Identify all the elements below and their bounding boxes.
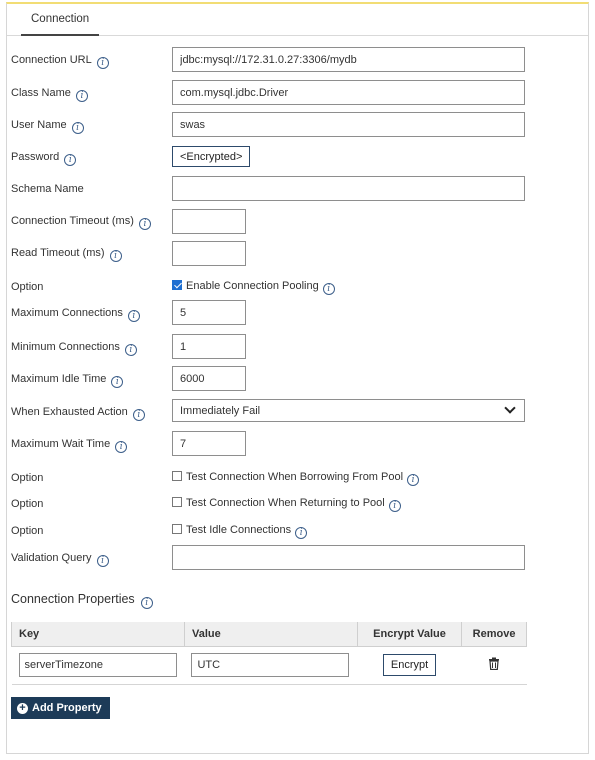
connection-url-label: Connection URL i xyxy=(11,54,109,69)
max-wait-time-input[interactable] xyxy=(172,431,246,456)
test-idle-row: Option Test Idle Connections i xyxy=(11,518,571,544)
value-cell xyxy=(184,646,358,685)
max-wait-time-row: Maximum Wait Time i xyxy=(11,431,571,457)
enable-pooling-checkbox[interactable]: Enable Connection Pooling i xyxy=(172,280,335,295)
info-icon[interactable]: i xyxy=(111,376,124,388)
test-borrow-checkbox[interactable]: Test Connection When Borrowing From Pool… xyxy=(172,471,420,486)
trash-icon[interactable] xyxy=(488,657,500,673)
encrypt-cell: Encrypt xyxy=(357,646,462,685)
option-label: Option xyxy=(11,525,44,537)
min-connections-label: Minimum Connections i xyxy=(11,341,137,356)
checkbox-checked[interactable] xyxy=(172,280,182,290)
schema-name-input[interactable] xyxy=(172,176,525,201)
connection-timeout-row: Connection Timeout (ms) i xyxy=(11,209,571,235)
pooling-option-row: Option Enable Connection Pooling i xyxy=(11,274,571,300)
connection-timeout-input[interactable] xyxy=(172,209,246,234)
validation-query-input[interactable] xyxy=(172,545,525,570)
max-connections-label: Maximum Connections i xyxy=(11,307,140,322)
property-value-input[interactable] xyxy=(191,653,350,677)
class-name-label: Class Name i xyxy=(11,87,88,102)
tab-connection[interactable]: Connection xyxy=(21,4,100,36)
connection-url-row: Connection URL i xyxy=(11,47,571,73)
checkbox-unchecked[interactable] xyxy=(172,524,182,534)
user-name-label: User Name i xyxy=(11,119,84,134)
option-label: Option xyxy=(11,472,44,484)
checkbox-unchecked[interactable] xyxy=(172,471,182,481)
info-icon[interactable]: i xyxy=(96,57,109,69)
chevron-down-icon xyxy=(504,402,516,414)
connection-properties-title: Connection Properties i xyxy=(11,592,153,609)
info-icon[interactable]: i xyxy=(75,90,88,102)
test-borrow-row: Option Test Connection When Borrowing Fr… xyxy=(11,465,571,491)
table-header-row: Key Value Encrypt Value Remove xyxy=(11,622,527,647)
connection-properties-table: Key Value Encrypt Value Remove Encrypt xyxy=(11,622,527,685)
encrypt-button[interactable]: Encrypt xyxy=(382,654,437,676)
schema-name-row: Schema Name xyxy=(11,176,571,202)
info-icon[interactable]: i xyxy=(127,310,140,322)
max-connections-row: Maximum Connections i xyxy=(11,300,571,326)
info-icon[interactable]: i xyxy=(138,218,151,230)
max-idle-time-label: Maximum Idle Time i xyxy=(11,373,124,388)
validation-query-label: Validation Query i xyxy=(11,552,109,567)
max-idle-time-row: Maximum Idle Time i xyxy=(11,366,571,392)
info-icon[interactable]: i xyxy=(388,500,401,512)
min-connections-row: Minimum Connections i xyxy=(11,334,571,360)
info-icon[interactable]: i xyxy=(295,527,308,539)
min-connections-input[interactable] xyxy=(172,334,246,359)
table-row: Encrypt xyxy=(11,646,527,685)
read-timeout-input[interactable] xyxy=(172,241,246,266)
exhausted-action-value: Immediately Fail xyxy=(180,405,261,417)
info-icon[interactable]: i xyxy=(132,409,145,421)
read-timeout-row: Read Timeout (ms) i xyxy=(11,241,571,267)
test-idle-checkbox[interactable]: Test Idle Connections i xyxy=(172,524,308,539)
connection-url-input[interactable] xyxy=(172,47,525,72)
password-row: Password i <Encrypted> xyxy=(11,144,571,170)
exhausted-action-select[interactable]: Immediately Fail xyxy=(172,399,525,422)
max-idle-time-input[interactable] xyxy=(172,366,246,391)
test-return-checkbox[interactable]: Test Connection When Returning to Pool i xyxy=(172,497,401,512)
user-name-input[interactable] xyxy=(172,112,525,137)
column-remove: Remove xyxy=(461,622,527,647)
column-value: Value xyxy=(183,622,358,647)
validation-query-row: Validation Query i xyxy=(11,545,571,571)
encrypted-password-button[interactable]: <Encrypted> xyxy=(172,146,251,167)
user-name-row: User Name i xyxy=(11,112,571,138)
info-icon[interactable]: i xyxy=(71,122,84,134)
option-label: Option xyxy=(11,498,44,510)
info-icon[interactable]: i xyxy=(140,597,153,609)
add-property-button[interactable]: + Add Property xyxy=(11,697,110,719)
info-icon[interactable]: i xyxy=(64,154,77,166)
connection-timeout-label: Connection Timeout (ms) i xyxy=(11,215,151,230)
checkbox-unchecked[interactable] xyxy=(172,497,182,507)
info-icon[interactable]: i xyxy=(109,250,122,262)
column-key: Key xyxy=(11,622,185,647)
info-icon[interactable]: i xyxy=(322,283,335,295)
key-cell xyxy=(11,646,185,685)
plus-circle-icon: + xyxy=(17,702,28,714)
info-icon[interactable]: i xyxy=(115,441,128,453)
info-icon[interactable]: i xyxy=(124,344,137,356)
info-icon[interactable]: i xyxy=(96,555,109,567)
property-key-input[interactable] xyxy=(18,653,177,677)
read-timeout-label: Read Timeout (ms) i xyxy=(11,247,122,262)
exhausted-action-row: When Exhausted Action i Immediately Fail xyxy=(11,399,571,425)
tab-strip: Connection xyxy=(7,4,588,36)
max-connections-input[interactable] xyxy=(172,300,246,325)
max-wait-time-label: Maximum Wait Time i xyxy=(11,438,128,453)
class-name-row: Class Name i xyxy=(11,80,571,106)
column-encrypt-value: Encrypt Value xyxy=(356,622,463,647)
info-icon[interactable]: i xyxy=(407,474,420,486)
remove-cell xyxy=(461,646,527,685)
test-return-row: Option Test Connection When Returning to… xyxy=(11,491,571,517)
class-name-input[interactable] xyxy=(172,80,525,105)
password-label: Password i xyxy=(11,151,77,166)
option-label: Option xyxy=(11,281,44,293)
schema-name-label: Schema Name xyxy=(11,183,84,195)
exhausted-action-label: When Exhausted Action i xyxy=(11,406,145,421)
